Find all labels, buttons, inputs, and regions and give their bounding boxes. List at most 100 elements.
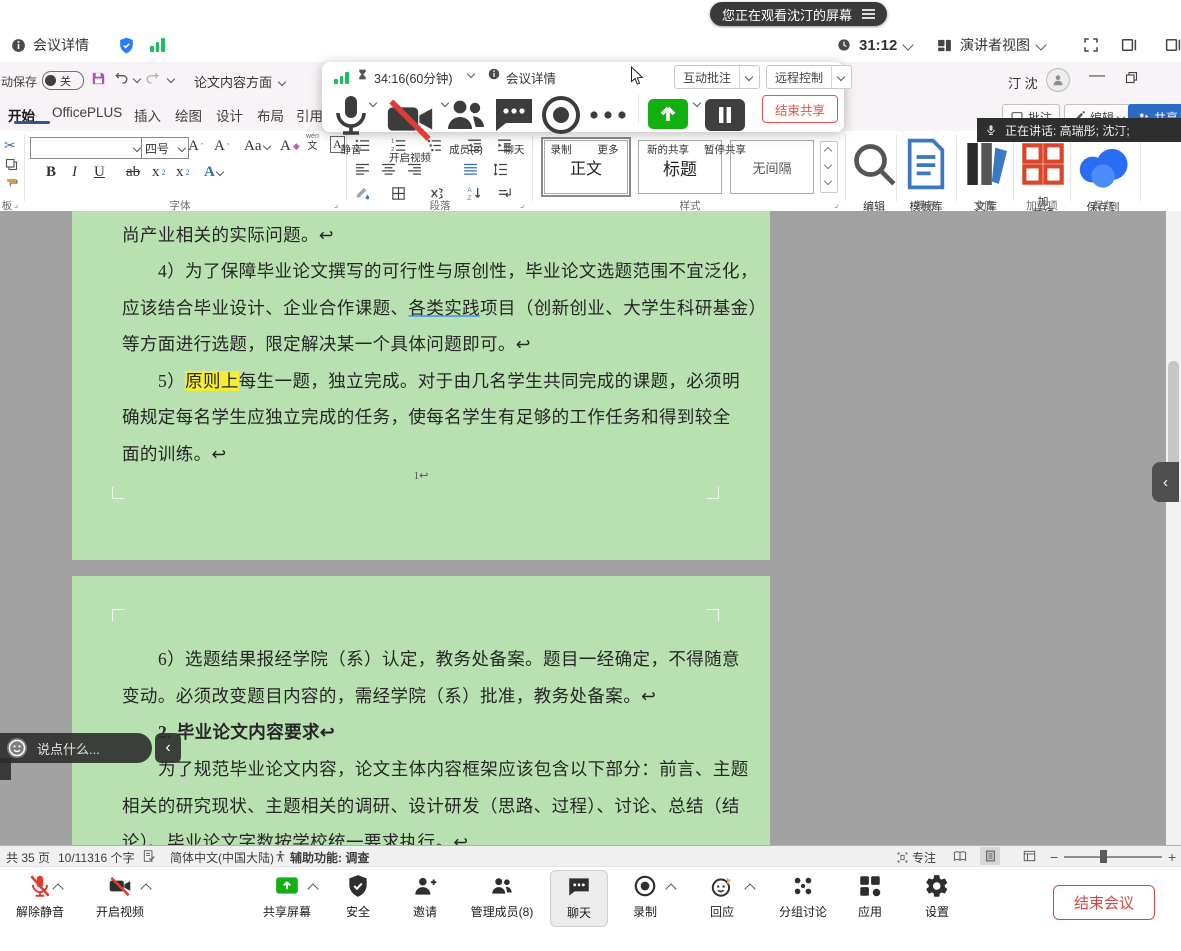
share-chevron-icon[interactable]: [693, 99, 701, 107]
avatar[interactable]: [1046, 68, 1070, 92]
panel-collapse-handle[interactable]: ‹: [1152, 462, 1179, 502]
bold-button[interactable]: B: [46, 162, 56, 182]
accessibility-status[interactable]: 辅助功能: 调查: [290, 849, 369, 866]
shrink-font-button[interactable]: Aˇ: [214, 136, 230, 156]
restore-window-button[interactable]: [1124, 70, 1139, 85]
tab-insert[interactable]: 插入: [134, 105, 161, 125]
web-layout-button[interactable]: [1022, 849, 1037, 863]
page-count[interactable]: 共 35 页: [6, 849, 50, 866]
copy-icon[interactable]: [4, 157, 19, 172]
tab-layout[interactable]: 布局: [257, 105, 284, 125]
font-name-combo[interactable]: [30, 137, 144, 159]
italic-button[interactable]: I: [72, 162, 77, 182]
print-layout-button[interactable]: [980, 847, 1000, 865]
tab-officeplus[interactable]: OfficePLUS: [52, 105, 122, 120]
format-painter-icon[interactable]: [4, 177, 19, 192]
tab-references[interactable]: 引用: [296, 105, 323, 125]
undo-button[interactable]: [114, 70, 130, 86]
tab-draw[interactable]: 绘图: [175, 105, 202, 125]
autosave-toggle[interactable]: 关: [42, 71, 84, 90]
phonetic-guide-button[interactable]: wén文: [306, 133, 319, 153]
view-mode-button[interactable]: 演讲者视图: [936, 28, 1045, 62]
style-gallery-scroll[interactable]: [820, 141, 838, 193]
video-chevron-icon[interactable]: [140, 883, 151, 894]
manage-members-button[interactable]: 管理成员(8): [454, 873, 550, 920]
minimize-button[interactable]: —: [1088, 68, 1106, 86]
pause-share-button[interactable]: 暂停共享: [701, 91, 749, 157]
unmute-chevron-icon[interactable]: [52, 883, 63, 894]
subscript-button[interactable]: x2: [152, 162, 166, 182]
people-icon: [442, 91, 490, 139]
clipboard-dialog-launcher[interactable]: ⌟: [14, 199, 18, 210]
vertical-scrollbar[interactable]: [1166, 211, 1181, 845]
start-video-button[interactable]: 开启视频: [72, 873, 168, 920]
word-count[interactable]: 10/11316 个字: [58, 849, 135, 866]
grow-font-button[interactable]: Aˆ: [188, 136, 204, 156]
meeting-duration[interactable]: 34:16(60分钟): [374, 68, 453, 87]
tab-design[interactable]: 设计: [216, 105, 243, 125]
redo-button[interactable]: [144, 70, 160, 86]
new-share-button[interactable]: 新的共享: [644, 91, 692, 157]
read-mode-button[interactable]: [952, 849, 968, 864]
change-case-button[interactable]: Aa: [244, 136, 270, 156]
focus-mode-button[interactable]: 专注: [896, 849, 936, 866]
font-size-combo[interactable]: 四号: [141, 137, 189, 159]
doc-line: 为了规范毕业论文内容，论文主体内容框架应该包含以下部分：前言、主题: [122, 756, 748, 782]
reaction-chevron-icon[interactable]: [744, 883, 755, 894]
meeting-details-link[interactable]: 会议详情: [506, 68, 556, 87]
line-spacing-icon[interactable]: [492, 161, 509, 178]
superscript-button[interactable]: x2: [176, 162, 190, 182]
members-button[interactable]: 成员(8): [442, 91, 490, 157]
remote-control-button[interactable]: 远程控制: [766, 65, 852, 89]
zoom-slider-track[interactable]: [1064, 856, 1162, 858]
underline-button[interactable]: U: [94, 162, 105, 182]
more-button[interactable]: 更多: [584, 91, 632, 157]
end-share-button[interactable]: 结束共享: [762, 95, 838, 123]
banner-menu-icon[interactable]: [862, 7, 875, 21]
signal-bars-icon: [150, 38, 165, 52]
settings-button[interactable]: 设置: [889, 873, 985, 920]
security-status-button[interactable]: [117, 28, 136, 62]
screen: 您正在观看沈汀的屏幕 会议详情 31:12 演讲者视图: [0, 0, 1181, 951]
font-dialog-launcher[interactable]: ⌟: [334, 199, 338, 210]
viewer-banner[interactable]: 您正在观看沈汀的屏幕: [710, 2, 887, 26]
mute-button[interactable]: 静音: [327, 91, 375, 157]
save-button[interactable]: [90, 70, 107, 87]
tab-home[interactable]: 开始: [8, 105, 35, 125]
record-button[interactable]: 录制: [537, 91, 585, 157]
zoom-out-button[interactable]: −: [1050, 849, 1058, 865]
timer-value: 31:12: [859, 37, 897, 54]
shading-icon[interactable]: [354, 185, 371, 202]
gear-icon: [924, 873, 950, 899]
zoom-slider-handle[interactable]: [1100, 850, 1107, 863]
distribute-icon[interactable]: [462, 161, 479, 178]
chat-collapse-button[interactable]: ‹: [155, 733, 181, 763]
strikethrough-button[interactable]: ab: [126, 162, 140, 182]
document-title[interactable]: 论文内容方面: [194, 72, 285, 91]
people-icon: [489, 873, 515, 899]
chat-button[interactable]: 聊天: [490, 91, 538, 157]
annotate-button[interactable]: 互动批注: [674, 65, 760, 89]
chat-quick-input[interactable]: 说点什么...: [0, 733, 152, 763]
start-video-button[interactable]: 开启视频: [382, 91, 438, 165]
zoom-in-button[interactable]: +: [1168, 849, 1176, 865]
meeting-details-button[interactable]: 会议详情: [10, 28, 89, 62]
cut-icon[interactable]: ✂: [4, 137, 19, 152]
align-left-icon[interactable]: [354, 161, 371, 178]
network-status[interactable]: [150, 28, 165, 62]
extra-header-button[interactable]: [1164, 28, 1181, 62]
end-meeting-button[interactable]: 结束会议: [1053, 885, 1155, 920]
style-dialog-launcher[interactable]: ⌟: [834, 199, 838, 210]
language-status[interactable]: 简体中文(中国大陆): [170, 849, 274, 866]
quickaccess-more-icon[interactable]: [167, 75, 175, 83]
side-panel-button[interactable]: [1120, 28, 1138, 62]
emoji-icon[interactable]: [7, 738, 27, 758]
clear-format-button[interactable]: A◆: [280, 136, 300, 156]
clock-icon: [836, 37, 852, 53]
user-name: 汀 沈: [1008, 73, 1038, 92]
fullscreen-button[interactable]: [1082, 28, 1100, 62]
meeting-timer[interactable]: 31:12: [836, 28, 912, 62]
paragraph-dialog-launcher[interactable]: ⌟: [520, 199, 524, 210]
text-effects-button[interactable]: A: [204, 162, 223, 182]
proofing-icon[interactable]: [142, 849, 156, 863]
